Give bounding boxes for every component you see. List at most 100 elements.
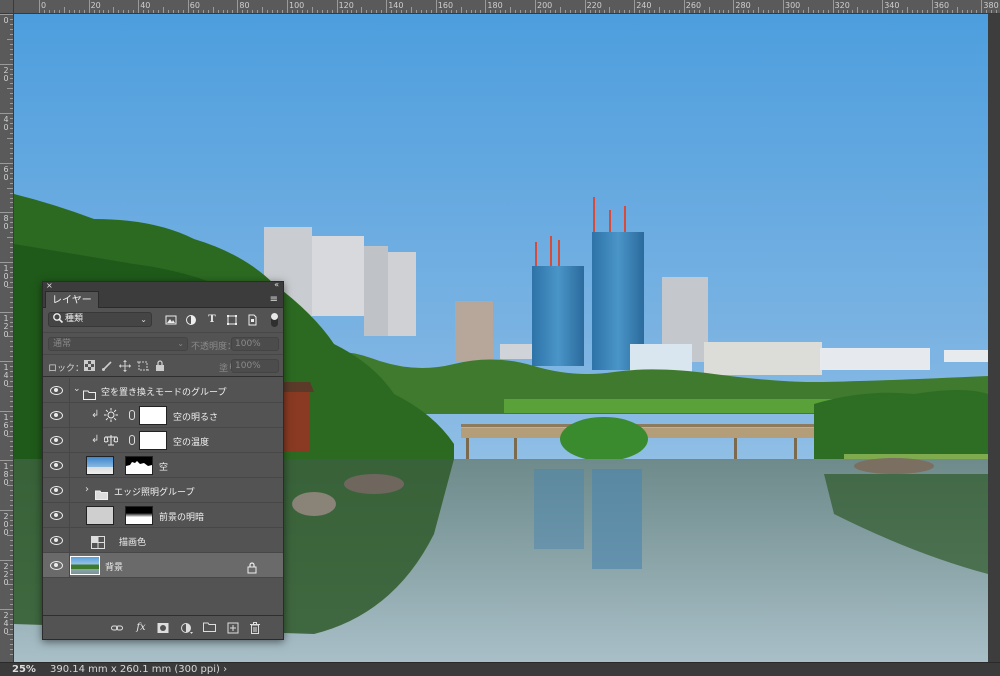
panel-menu-icon[interactable]: ≡ <box>270 294 278 305</box>
ruler-tick <box>911 10 913 13</box>
layer-row-sky-replace-group[interactable]: ⌄ 空を置き換えモードのグループ <box>43 378 283 403</box>
ruler-tick <box>783 0 784 13</box>
ruler-tick <box>10 247 13 249</box>
ruler-tick <box>0 609 13 611</box>
ruler-tick <box>7 386 13 387</box>
collapse-icon[interactable]: « <box>274 280 279 289</box>
ruler-tick <box>663 10 665 13</box>
ruler-tick <box>713 10 715 13</box>
visibility-eye-icon[interactable] <box>50 435 63 445</box>
ruler-tick <box>163 7 164 13</box>
visibility-eye-icon[interactable] <box>50 535 63 545</box>
chevron-right-icon[interactable]: › <box>85 484 89 495</box>
zoom-level[interactable]: 25% <box>0 664 38 675</box>
layer-row-sky[interactable]: 空 <box>43 453 283 478</box>
lock-artboard-icon[interactable] <box>137 360 149 372</box>
lock-icon[interactable] <box>247 559 257 578</box>
ruler-tick <box>177 10 179 13</box>
layer-mask-thumbnail[interactable] <box>125 506 153 525</box>
layer-row-foreground-lighting[interactable]: 前景の明暗 <box>43 503 283 528</box>
smart-object-filter-icon[interactable] <box>246 314 258 326</box>
ruler-tick <box>10 395 13 397</box>
ruler-tick <box>10 232 13 234</box>
lock-position-icon[interactable] <box>119 360 131 372</box>
layer-row-foreground-color[interactable]: 描画色 <box>43 528 283 553</box>
ruler-tick <box>10 306 13 308</box>
opacity-field[interactable]: 100% <box>231 337 279 351</box>
lock-all-icon[interactable] <box>154 360 166 372</box>
new-layer-icon[interactable] <box>227 622 239 634</box>
visibility-eye-icon[interactable] <box>50 385 63 395</box>
lock-pixels-icon[interactable] <box>101 360 113 372</box>
layer-row-sky-temperature[interactable]: ↲ 空の温度 <box>43 428 283 453</box>
ruler-tick <box>460 7 462 13</box>
visibility-eye-icon[interactable] <box>50 460 63 470</box>
visibility-eye-icon[interactable] <box>50 510 63 520</box>
fill-layer-icon <box>91 534 105 553</box>
visibility-eye-icon[interactable] <box>50 485 63 495</box>
visibility-eye-icon[interactable] <box>50 560 63 570</box>
layer-name: 空の温度 <box>173 438 210 448</box>
layer-thumbnail[interactable] <box>86 456 114 475</box>
layer-row-edge-lighting-group[interactable]: › エッジ照明グループ <box>43 478 283 503</box>
vertical-ruler[interactable]: 0 20 40 60 80 100 120 140 160 180 200 220 240 <box>0 14 14 662</box>
ruler-tick <box>435 0 437 13</box>
layer-mask-thumbnail[interactable] <box>125 456 153 475</box>
layer-mask-thumbnail[interactable] <box>139 406 167 425</box>
ruler-tick <box>0 14 13 15</box>
document-info[interactable]: 390.14 mm x 260.1 mm (300 ppi) › <box>38 664 227 675</box>
ruler-tick <box>520 10 522 13</box>
ruler-tick <box>212 7 214 13</box>
vertical-scrollbar[interactable] <box>988 14 1000 662</box>
tab-layers[interactable]: レイヤー <box>45 291 99 308</box>
delete-layer-icon[interactable] <box>249 622 261 634</box>
ruler-tick <box>237 0 239 13</box>
mask-link-icon[interactable] <box>129 435 135 445</box>
ruler-tick <box>10 465 13 467</box>
layer-row-background[interactable]: 背景 <box>43 553 283 578</box>
link-layers-icon[interactable] <box>111 622 123 634</box>
chevron-down-icon[interactable]: ⌄ <box>73 384 81 394</box>
layer-thumbnail[interactable] <box>70 556 100 575</box>
filter-toggle-switch[interactable] <box>271 313 278 327</box>
blend-mode-select[interactable]: 通常 ⌄ <box>48 337 188 351</box>
adjustment-filter-icon[interactable] <box>185 314 197 326</box>
ruler-tick <box>931 0 933 13</box>
panel-titlebar[interactable]: × « <box>43 280 283 291</box>
ruler-tick <box>723 10 725 13</box>
ruler-tick <box>10 108 13 110</box>
lock-transparency-icon[interactable] <box>83 360 95 372</box>
image-filter-icon[interactable] <box>165 314 177 326</box>
layer-thumbnail[interactable] <box>86 506 114 525</box>
ruler-tick <box>10 177 13 179</box>
ruler-label: 140 <box>3 363 9 389</box>
shape-filter-icon[interactable] <box>226 314 238 326</box>
ruler-tick <box>10 648 13 650</box>
fill-field[interactable]: 100% <box>231 359 279 373</box>
mask-link-icon[interactable] <box>129 410 135 420</box>
new-adjustment-layer-icon[interactable] <box>181 622 193 634</box>
ruler-tick <box>10 192 13 194</box>
horizontal-ruler[interactable]: 0 20 40 60 80 100 120 140 160 180 200 220 240 260 280 3… <box>14 0 1000 14</box>
ruler-tick <box>480 10 482 13</box>
new-group-icon[interactable] <box>203 622 216 634</box>
layer-mask-thumbnail[interactable] <box>139 431 167 450</box>
ruler-tick <box>93 10 95 13</box>
layer-row-sky-brightness[interactable]: ↲ 空の明るさ <box>43 403 283 428</box>
type-filter-icon[interactable]: T <box>206 314 218 326</box>
filter-kind-select[interactable]: 種類 ⌄ <box>48 312 152 327</box>
ruler-tick <box>7 435 13 437</box>
fx-icon[interactable]: fx <box>135 622 147 634</box>
ruler-tick <box>10 420 13 422</box>
close-icon[interactable]: × <box>46 281 53 290</box>
ruler-tick <box>0 311 13 313</box>
ruler-label: 80 <box>239 1 250 10</box>
ruler-tick <box>10 366 13 368</box>
ruler-tick <box>847 10 849 13</box>
ruler-tick <box>10 252 13 254</box>
ruler-tick <box>10 440 13 442</box>
ruler-tick <box>951 10 953 13</box>
ruler-tick <box>10 128 13 130</box>
add-mask-icon[interactable] <box>157 622 169 634</box>
visibility-eye-icon[interactable] <box>50 410 63 420</box>
